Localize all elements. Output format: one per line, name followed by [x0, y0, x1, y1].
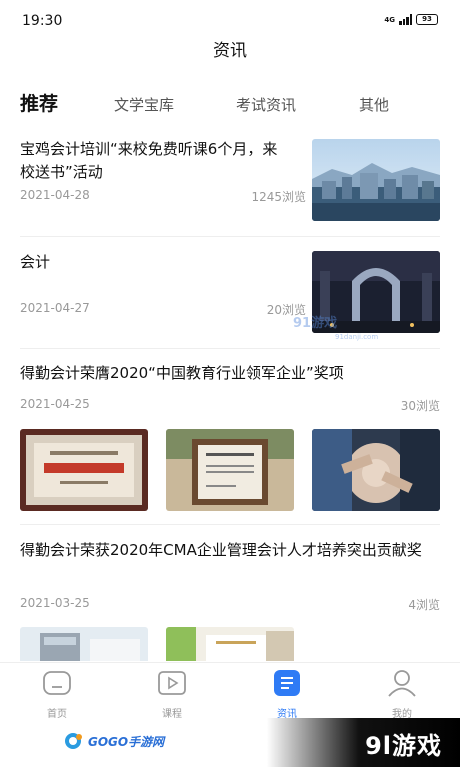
article-thumbnail: [312, 139, 440, 221]
article-views: 4浏览: [408, 598, 440, 612]
article-views: 30浏览: [400, 399, 440, 413]
gogo-logo: GOGO手游网: [64, 732, 164, 750]
tabbar-profile[interactable]: 我的: [372, 669, 432, 720]
article-image: [166, 429, 294, 511]
divider: [20, 348, 440, 349]
article-date: 2021-04-27: [20, 301, 90, 315]
article-image: [312, 429, 440, 511]
article-title: 会计: [20, 253, 51, 271]
status-bar: 19:30 4G 93: [0, 0, 460, 34]
divider: [20, 236, 440, 237]
tab-recommend[interactable]: 推荐: [20, 89, 58, 116]
play-icon: [157, 669, 187, 697]
tab-exam-news[interactable]: 考试资讯: [236, 94, 296, 115]
status-time: 19:30: [22, 13, 63, 29]
battery-icon: 93: [416, 14, 438, 25]
category-tabs: 推荐 文学宝库 考试资讯 其他: [0, 84, 460, 124]
page-title: 资讯: [213, 41, 247, 61]
tabbar-news[interactable]: 资讯: [257, 669, 317, 720]
article-date: 2021-03-25: [20, 596, 90, 610]
tab-literature[interactable]: 文学宝库: [114, 94, 174, 115]
gogo-logo-icon: [65, 733, 82, 749]
article-item[interactable]: 得勤会计荣膺2020“中国教育行业领军企业”奖项 2021-04-25 30浏览: [20, 362, 440, 512]
gogo-logo-text: GOGO手游网: [88, 734, 165, 749]
article-date: 2021-04-25: [20, 397, 90, 411]
divider: [20, 524, 440, 525]
article-title: 宝鸡会计培训“来校免费听课6个月，来校送书”活动: [20, 140, 278, 181]
article-image: [166, 627, 294, 661]
article-item[interactable]: 得勤会计荣获2020年CMA企业管理会计人才培养突出贡献奖 2021-03-25…: [20, 539, 440, 661]
news-icon: [272, 669, 302, 697]
brand-91-logo: 9l游戏: [365, 732, 442, 760]
network-type: 4G: [384, 15, 395, 24]
tab-other[interactable]: 其他: [359, 94, 389, 115]
article-image: [20, 429, 148, 511]
article-views: 1245浏览: [251, 190, 306, 204]
user-icon: [387, 669, 417, 697]
article-views: 20浏览: [266, 303, 306, 317]
article-title: 得勤会计荣获2020年CMA企业管理会计人才培养突出贡献奖: [20, 541, 422, 559]
footer-watermark-band: GOGO手游网 9l游戏: [0, 718, 460, 767]
site-watermark-url: 91danji.com: [335, 333, 379, 341]
signal-icon: [399, 14, 412, 25]
article-date: 2021-04-28: [20, 188, 90, 202]
home-icon: [42, 669, 72, 697]
article-title: 得勤会计荣膺2020“中国教育行业领军企业”奖项: [20, 364, 344, 382]
status-icons: 4G 93: [384, 14, 438, 25]
tabbar-home[interactable]: 首页: [27, 669, 87, 720]
bottom-tab-bar: 首页 课程 资讯 我的: [0, 662, 460, 720]
tabbar-courses[interactable]: 课程: [142, 669, 202, 720]
site-watermark: 91游戏: [293, 316, 338, 331]
article-item[interactable]: 宝鸡会计培训“来校免费听课6个月，来校送书”活动 2021-04-28 1245…: [20, 138, 440, 228]
article-image: [20, 627, 148, 661]
article-item[interactable]: 会计 2021-04-27 20浏览: [20, 251, 440, 341]
